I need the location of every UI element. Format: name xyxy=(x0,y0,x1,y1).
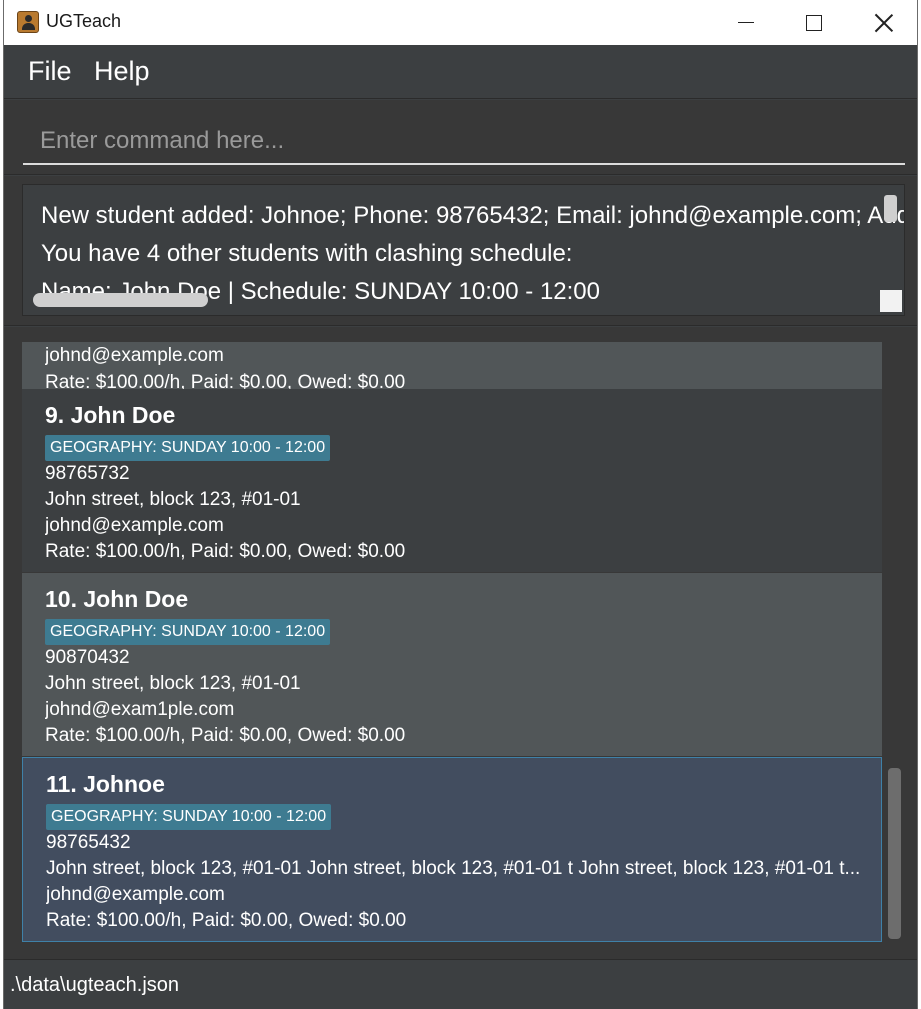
list-vertical-scrollbar[interactable] xyxy=(888,768,901,939)
result-vertical-scrollbar[interactable] xyxy=(884,195,897,222)
student-card[interactable]: 10. John Doe GEOGRAPHY: SUNDAY 10:00 - 1… xyxy=(22,573,882,756)
result-line-1: New student added: Johnoe; Phone: 987654… xyxy=(41,202,904,229)
result-display-panel: New student added: Johnoe; Phone: 987654… xyxy=(4,176,917,326)
data-file-path: .\data\ugteach.json xyxy=(10,974,180,996)
maximize-icon xyxy=(806,14,822,31)
maximize-button[interactable] xyxy=(780,0,848,45)
menu-bar: File Help xyxy=(4,45,917,99)
student-name: 10. John Doe xyxy=(45,586,189,612)
student-phone: 98765432 xyxy=(46,832,131,853)
student-card-selected[interactable]: 11. Johnoe GEOGRAPHY: SUNDAY 10:00 - 12:… xyxy=(22,757,882,942)
result-line-2: You have 4 other students with clashing … xyxy=(41,240,573,267)
student-email: johnd@example.com xyxy=(45,345,224,366)
student-card[interactable]: 9. John Doe GEOGRAPHY: SUNDAY 10:00 - 12… xyxy=(22,389,882,572)
schedule-tag: GEOGRAPHY: SUNDAY 10:00 - 12:00 xyxy=(46,804,332,830)
app-logo-icon xyxy=(17,11,39,33)
close-button[interactable] xyxy=(850,0,917,45)
result-display[interactable]: New student added: Johnoe; Phone: 987654… xyxy=(22,184,905,316)
minimize-button[interactable] xyxy=(712,0,780,45)
title-bar[interactable]: UGTeach xyxy=(4,0,917,45)
student-email: johnd@example.com xyxy=(45,515,224,536)
student-email: johnd@exam1ple.com xyxy=(45,699,235,720)
app-window: UGTeach File Help New student added: Joh… xyxy=(3,0,918,1009)
window-title: UGTeach xyxy=(46,11,122,31)
student-name: 11. Johnoe xyxy=(46,771,165,797)
scrollbar-corner xyxy=(880,290,902,312)
close-icon xyxy=(874,13,894,33)
menu-file[interactable]: File xyxy=(28,56,72,87)
student-rate: Rate: $100.00/h, Paid: $0.00, Owed: $0.0… xyxy=(45,372,406,389)
command-input[interactable] xyxy=(23,118,905,165)
schedule-tag: GEOGRAPHY: SUNDAY 10:00 - 12:00 xyxy=(45,619,331,645)
menu-help[interactable]: Help xyxy=(94,56,150,87)
student-rate: Rate: $100.00/h, Paid: $0.00, Owed: $0.0… xyxy=(45,541,406,562)
student-email: johnd@example.com xyxy=(46,884,225,905)
status-bar: .\data\ugteach.json xyxy=(4,959,917,1009)
student-phone: 90870432 xyxy=(45,647,130,668)
command-box xyxy=(4,100,917,175)
result-horizontal-scrollbar[interactable] xyxy=(33,293,208,307)
minimize-icon xyxy=(738,21,754,24)
student-address: John street, block 123, #01-01 xyxy=(45,673,301,694)
student-card[interactable]: johnd@example.com Rate: $100.00/h, Paid:… xyxy=(22,342,882,389)
student-phone: 98765732 xyxy=(45,463,130,484)
student-name: 9. John Doe xyxy=(45,402,176,428)
student-rate: Rate: $100.00/h, Paid: $0.00, Owed: $0.0… xyxy=(46,910,407,931)
schedule-tag: GEOGRAPHY: SUNDAY 10:00 - 12:00 xyxy=(45,435,331,461)
student-rate: Rate: $100.00/h, Paid: $0.00, Owed: $0.0… xyxy=(45,725,406,746)
student-list: johnd@example.com Rate: $100.00/h, Paid:… xyxy=(4,327,917,959)
student-address: John street, block 123, #01-01 xyxy=(45,489,301,510)
student-address: John street, block 123, #01-01 John stre… xyxy=(46,858,861,879)
